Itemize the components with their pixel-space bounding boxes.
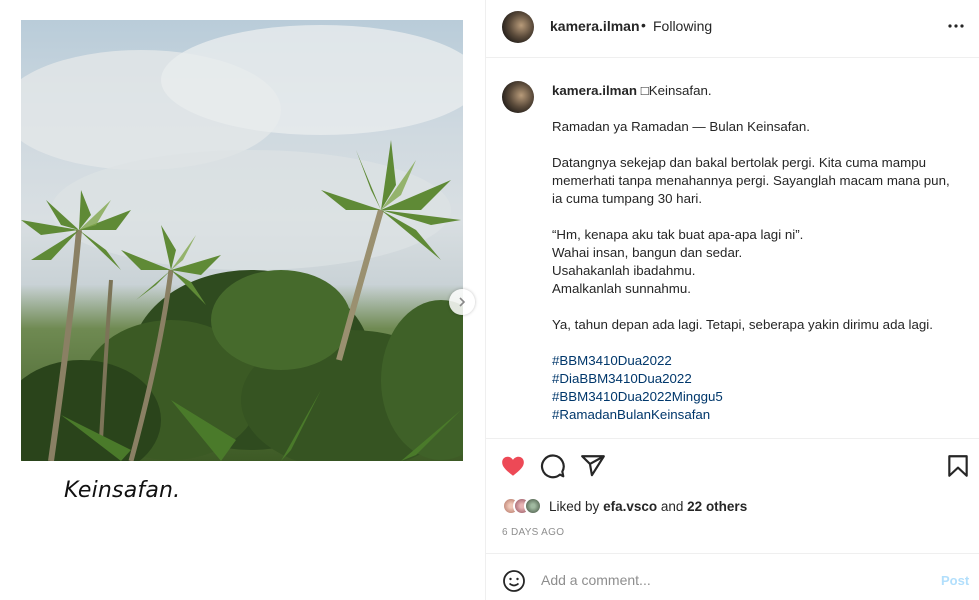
likes-others-link[interactable]: 22 others: [687, 499, 747, 514]
comment-input[interactable]: [541, 568, 921, 592]
caption-line: Ya, tahun depan ada lagi. Tetapi, sebera…: [552, 317, 933, 332]
bookmark-icon[interactable]: [945, 453, 971, 479]
liker-avatar: [524, 497, 542, 515]
add-comment-bar: Post: [486, 553, 979, 600]
image-caption-text: Keinsafan.: [64, 478, 181, 503]
liker-username[interactable]: efa.vsco: [603, 499, 657, 514]
caption-line: “Hm, kenapa aku tak buat apa-apa lagi ni…: [552, 227, 804, 242]
chevron-right-icon: [459, 297, 466, 307]
palm-trees-illustration: [21, 25, 463, 461]
post-comment-button[interactable]: Post: [941, 573, 969, 588]
likes-prefix: Liked by: [549, 498, 600, 514]
likes-text: Liked by efa.vsco and 22 others: [549, 499, 747, 514]
hashtag-link[interactable]: #BBM3410Dua2022: [552, 352, 972, 370]
author-avatar[interactable]: [502, 11, 534, 43]
caption-username[interactable]: kamera.ilman: [552, 83, 637, 98]
post-timestamp[interactable]: 6 DAYS AGO: [502, 527, 564, 538]
caption-text: kamera.ilman □Keinsafan. Ramadan ya Rama…: [552, 82, 972, 424]
post-header: kamera.ilman • Following: [486, 0, 979, 58]
comment-icon[interactable]: [540, 453, 566, 479]
caption-author-avatar[interactable]: [502, 81, 534, 113]
share-icon[interactable]: [580, 453, 606, 479]
heart-icon[interactable]: [500, 453, 526, 479]
post-actions: Liked by efa.vsco and 22 others 6 DAYS A…: [486, 438, 979, 553]
caption-line: Amalkanlah sunnahmu.: [552, 281, 691, 296]
caption-line: Usahakanlah ibadahmu.: [552, 263, 696, 278]
author-username[interactable]: kamera.ilman: [550, 18, 640, 34]
hashtag-link[interactable]: #DiaBBM3410Dua2022: [552, 370, 972, 388]
caption-line: memerhati tanpa menahannya pergi. Sayang…: [552, 173, 950, 188]
caption-line: Datangnya sekejap dan bakal bertolak per…: [552, 155, 927, 170]
likes-summary: Liked by efa.vsco and 22 others: [502, 495, 747, 517]
caption-line: Wahai insan, bangun dan sedar.: [552, 245, 743, 260]
emoji-icon[interactable]: [502, 569, 526, 593]
post-photo[interactable]: [21, 20, 463, 461]
caption-first-line: □Keinsafan.: [640, 83, 712, 98]
media-pane: Keinsafan.: [0, 0, 485, 600]
more-options-icon[interactable]: [946, 16, 966, 36]
separator-dot: •: [641, 17, 646, 33]
post-details: kamera.ilman • Following kamera.ilman □K…: [486, 0, 979, 600]
next-image-button[interactable]: [449, 289, 475, 315]
caption-line: Ramadan ya Ramadan — Bulan Keinsafan.: [552, 119, 810, 134]
following-button[interactable]: Following: [653, 18, 712, 34]
likes-and: and: [660, 498, 684, 514]
caption-section: kamera.ilman □Keinsafan. Ramadan ya Rama…: [486, 58, 979, 438]
hashtag-link[interactable]: #BBM3410Dua2022Minggu5: [552, 388, 972, 406]
caption-line: ia cuma tumpang 30 hari.: [552, 191, 703, 206]
hashtag-link[interactable]: #RamadanBulanKeinsafan: [552, 406, 972, 424]
